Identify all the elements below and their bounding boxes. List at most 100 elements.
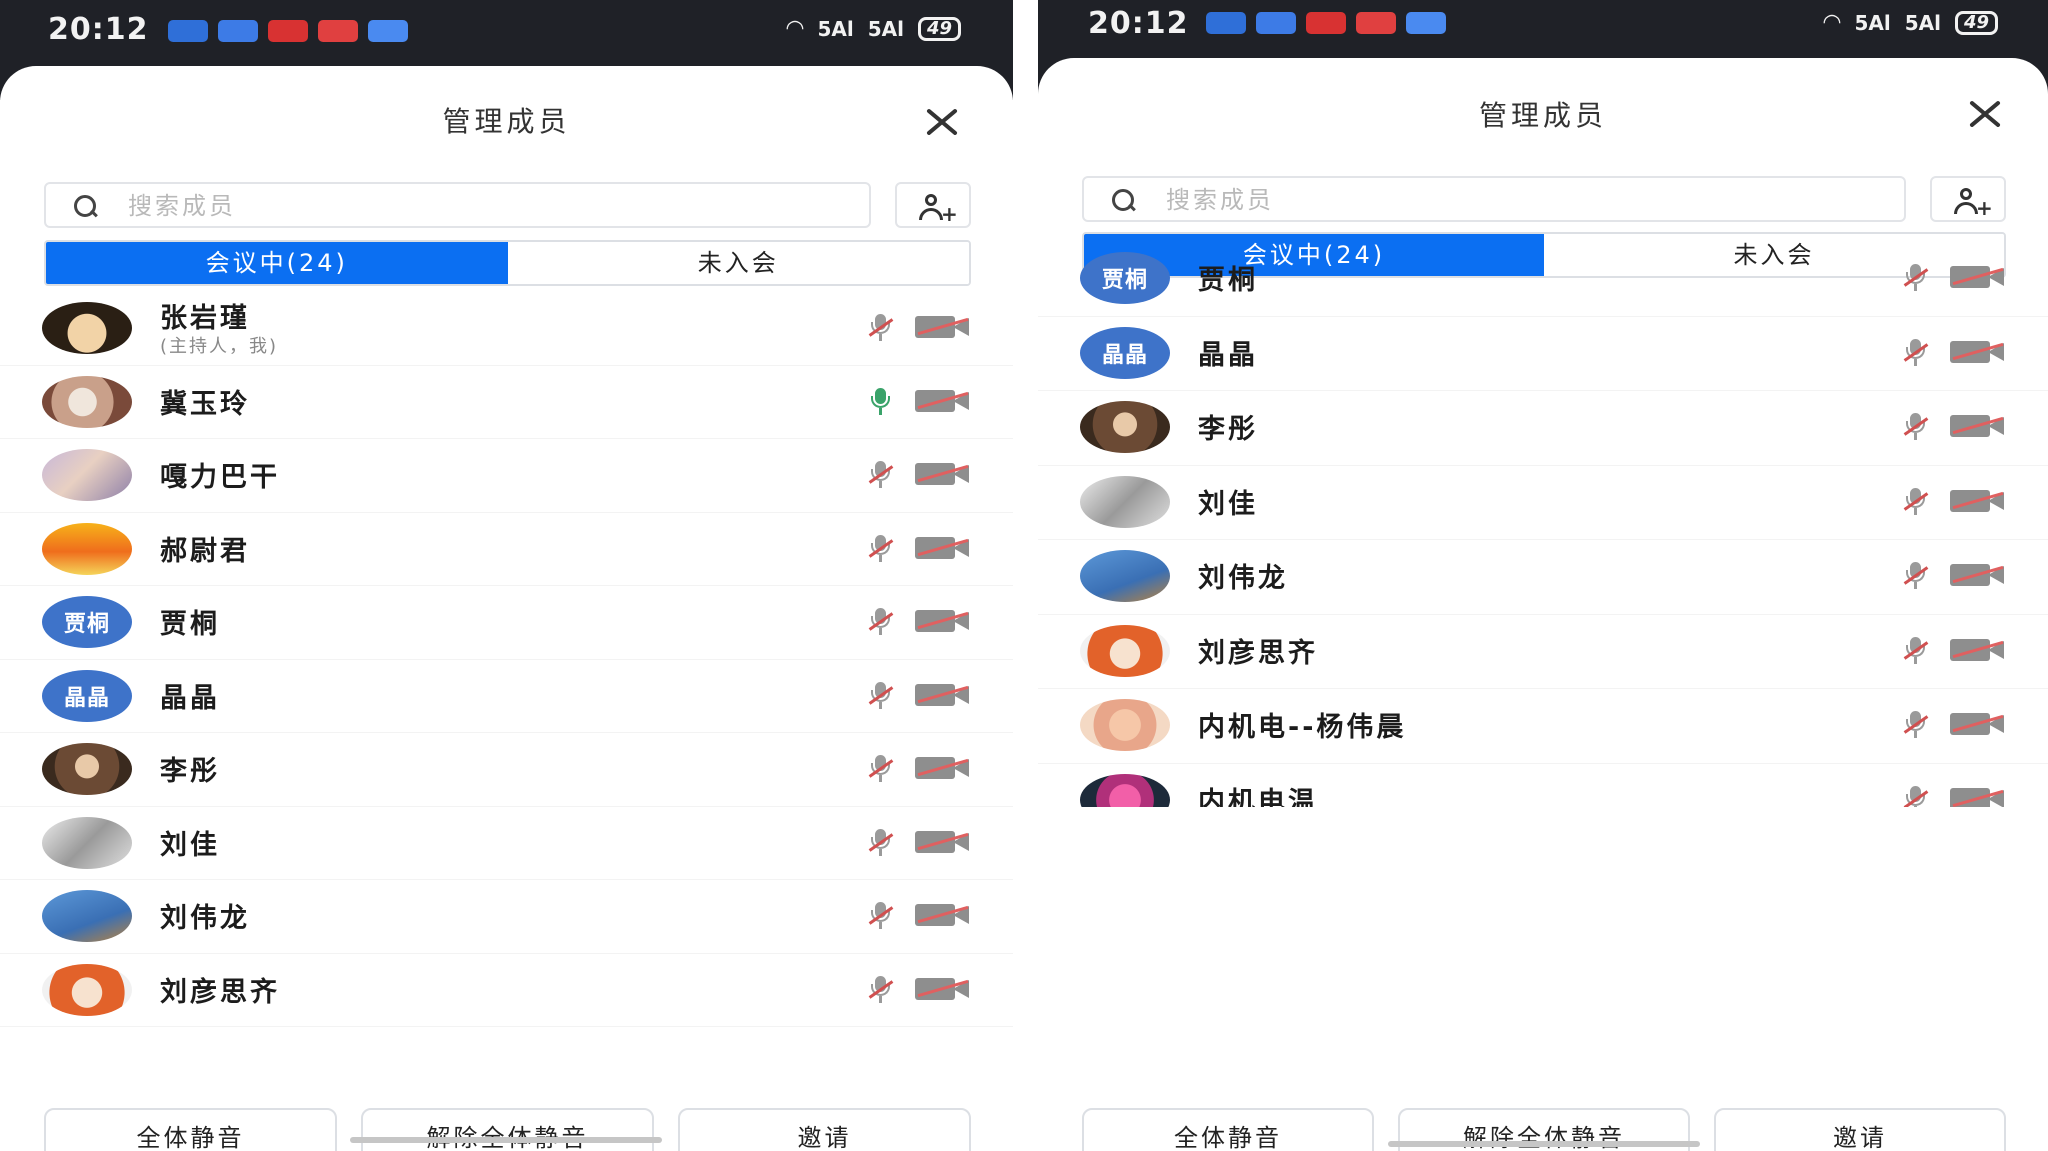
member-name: 李彤 bbox=[1198, 414, 1258, 445]
camera-off-icon[interactable] bbox=[915, 608, 971, 634]
member-row[interactable]: 刘佳 bbox=[0, 807, 1013, 880]
mic-muted-icon[interactable] bbox=[1903, 264, 1929, 292]
mic-muted-icon[interactable] bbox=[868, 534, 894, 563]
member-row[interactable]: 嘎力巴干 bbox=[0, 439, 1013, 513]
mic-muted-icon[interactable] bbox=[1903, 413, 1929, 441]
avatar bbox=[42, 816, 132, 869]
camera-off-icon[interactable] bbox=[915, 682, 971, 708]
camera-off-icon[interactable] bbox=[915, 461, 971, 487]
member-list: 张岩瑾 (主持人，我) 冀玉玲 嘎力巴干 郝尉君 贾桐 贾桐 晶晶 晶晶 李彤 … bbox=[0, 292, 1013, 1027]
signal-icon-2: 5Al bbox=[867, 16, 904, 41]
home-indicator[interactable] bbox=[1388, 1141, 1700, 1147]
unmute-all-button[interactable]: 解除全体静音 bbox=[361, 1108, 654, 1151]
camera-off-icon[interactable] bbox=[1950, 339, 2006, 365]
status-time: 20:12 bbox=[48, 12, 149, 47]
mic-muted-icon[interactable] bbox=[868, 755, 894, 783]
avatar bbox=[42, 963, 132, 1016]
member-row[interactable]: 张岩瑾 (主持人，我) bbox=[0, 292, 1013, 366]
mic-muted-icon[interactable] bbox=[868, 902, 894, 930]
member-row[interactable]: 刘彦思齐 bbox=[0, 954, 1013, 1027]
search-box[interactable] bbox=[1082, 176, 1906, 222]
avatar bbox=[1080, 550, 1170, 602]
app-notification-icon bbox=[1356, 12, 1396, 34]
mic-muted-icon[interactable] bbox=[1903, 487, 1929, 516]
camera-off-icon[interactable] bbox=[1950, 786, 2006, 807]
avatar bbox=[1080, 773, 1170, 807]
avatar: 晶晶 bbox=[42, 669, 132, 722]
search-input[interactable] bbox=[128, 190, 628, 222]
mic-muted-icon[interactable] bbox=[868, 828, 894, 857]
camera-off-icon[interactable] bbox=[1950, 562, 2006, 588]
close-icon[interactable] bbox=[921, 102, 961, 142]
camera-off-icon[interactable] bbox=[1950, 413, 2006, 439]
member-name: 刘佳 bbox=[1198, 488, 1258, 520]
camera-off-icon[interactable] bbox=[915, 902, 971, 928]
member-row[interactable]: 刘伟龙 bbox=[1038, 540, 2048, 615]
mic-muted-icon[interactable] bbox=[1903, 562, 1929, 590]
comparison-stage: 20:12 ◠ 5Al 5Al 49 管理成员 搜索成员 + 会议中(24) 未… bbox=[0, 0, 2048, 1151]
invite-button[interactable]: 邀请 bbox=[678, 1108, 971, 1151]
mic-muted-icon[interactable] bbox=[1903, 338, 1929, 367]
search-box[interactable] bbox=[44, 182, 871, 228]
member-row[interactable]: 晶晶 晶晶 bbox=[0, 660, 1013, 733]
tab-in-meeting[interactable]: 会议中(24) bbox=[46, 242, 508, 284]
mic-muted-icon[interactable] bbox=[868, 681, 894, 710]
mic-on-icon[interactable] bbox=[869, 387, 891, 416]
mic-muted-icon[interactable] bbox=[868, 461, 894, 489]
mic-muted-icon[interactable] bbox=[1903, 711, 1929, 739]
member-name: 贾桐 bbox=[1198, 265, 1258, 296]
app-notification-icon bbox=[268, 20, 308, 42]
signal-icon: 5Al bbox=[817, 16, 854, 41]
member-name: 张岩瑾 bbox=[160, 303, 250, 334]
camera-off-icon[interactable] bbox=[1950, 637, 2006, 663]
mic-muted-icon[interactable] bbox=[868, 314, 894, 342]
camera-off-icon[interactable] bbox=[915, 535, 971, 561]
mic-muted-icon[interactable] bbox=[868, 608, 894, 636]
camera-off-icon[interactable] bbox=[1950, 264, 2006, 290]
member-row[interactable]: 刘佳 bbox=[1038, 466, 2048, 540]
search-input[interactable] bbox=[1166, 184, 1666, 216]
member-row[interactable]: 内机电温 bbox=[1038, 764, 2048, 807]
member-row[interactable]: 贾桐 贾桐 bbox=[1038, 242, 2048, 317]
avatar bbox=[42, 522, 132, 575]
mic-muted-icon[interactable] bbox=[868, 975, 894, 1004]
member-name: 李彤 bbox=[160, 756, 220, 787]
phone-screen-right: 20:12 ◠ 5Al 5Al 49 管理成员 搜索成员 + 会议中(24) 未… bbox=[1038, 0, 2048, 1151]
search-icon bbox=[74, 195, 98, 219]
member-row[interactable]: 刘彦思齐 bbox=[1038, 615, 2048, 689]
member-name: 刘伟龙 bbox=[1198, 563, 1288, 594]
invite-button[interactable]: 邀请 bbox=[1714, 1108, 2006, 1151]
member-row[interactable]: 内机电--杨伟晨 bbox=[1038, 689, 2048, 764]
member-row[interactable]: 冀玉玲 bbox=[0, 366, 1013, 439]
tab-not-joined[interactable]: 未入会 bbox=[507, 242, 969, 284]
app-notification-icon bbox=[218, 20, 258, 42]
avatar bbox=[42, 890, 132, 942]
camera-off-icon[interactable] bbox=[1950, 488, 2006, 514]
home-indicator[interactable] bbox=[350, 1137, 662, 1143]
add-member-button[interactable]: + bbox=[895, 182, 971, 228]
camera-off-icon[interactable] bbox=[915, 388, 971, 414]
mute-all-button[interactable]: 全体静音 bbox=[1082, 1108, 1374, 1151]
mic-muted-icon[interactable] bbox=[1903, 785, 1929, 807]
close-icon[interactable] bbox=[1964, 94, 2004, 134]
mute-all-button[interactable]: 全体静音 bbox=[44, 1108, 337, 1151]
member-row[interactable]: 贾桐 贾桐 bbox=[0, 586, 1013, 660]
phone-screen-left: 20:12 ◠ 5Al 5Al 49 管理成员 搜索成员 + 会议中(24) 未… bbox=[0, 0, 1013, 1151]
camera-off-icon[interactable] bbox=[915, 755, 971, 781]
app-notification-icon bbox=[1406, 12, 1446, 34]
camera-off-icon[interactable] bbox=[915, 314, 971, 340]
member-row[interactable]: 李彤 bbox=[1038, 391, 2048, 466]
member-row[interactable]: 刘伟龙 bbox=[0, 880, 1013, 954]
member-list: 贾桐 贾桐 晶晶 晶晶 李彤 刘佳 刘伟龙 刘彦思齐 内机电--杨伟晨 内机电温 bbox=[1038, 242, 2048, 807]
member-row[interactable]: 郝尉君 bbox=[0, 513, 1013, 586]
member-row[interactable]: 晶晶 晶晶 bbox=[1038, 317, 2048, 391]
camera-off-icon[interactable] bbox=[915, 976, 971, 1002]
camera-off-icon[interactable] bbox=[1950, 711, 2006, 737]
member-row[interactable]: 李彤 bbox=[0, 733, 1013, 807]
add-member-button[interactable]: + bbox=[1930, 176, 2006, 222]
camera-off-icon[interactable] bbox=[915, 829, 971, 855]
mic-muted-icon[interactable] bbox=[1903, 636, 1929, 665]
app-notification-icon bbox=[368, 20, 408, 42]
avatar: 贾桐 bbox=[42, 596, 132, 648]
app-notification-icon bbox=[1306, 12, 1346, 34]
